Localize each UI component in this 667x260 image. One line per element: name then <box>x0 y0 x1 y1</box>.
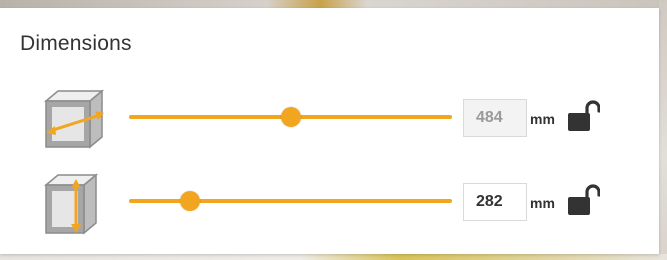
height-slider-thumb[interactable] <box>180 191 201 211</box>
cabinet-width-icon <box>40 87 106 151</box>
unlocked-padlock-icon[interactable] <box>568 99 601 133</box>
background-right-strip <box>659 0 667 260</box>
height-unit-label: mm <box>530 195 555 211</box>
width-unit-label: mm <box>530 111 555 127</box>
height-value-field[interactable] <box>463 183 527 221</box>
height-slider[interactable] <box>129 191 452 211</box>
unlocked-padlock-icon[interactable] <box>568 183 601 217</box>
height-row: mm <box>0 171 659 235</box>
background-top-strip <box>0 0 667 8</box>
dimensions-panel: Dimensions mm <box>0 8 659 254</box>
cabinet-height-icon <box>40 171 106 235</box>
width-slider[interactable] <box>129 107 452 127</box>
width-slider-thumb[interactable] <box>280 107 301 127</box>
width-value-field[interactable] <box>463 99 527 137</box>
panel-title: Dimensions <box>20 32 132 55</box>
background-bottom-strip <box>0 254 667 260</box>
height-slider-track[interactable] <box>129 199 452 203</box>
width-row: mm <box>0 87 659 151</box>
